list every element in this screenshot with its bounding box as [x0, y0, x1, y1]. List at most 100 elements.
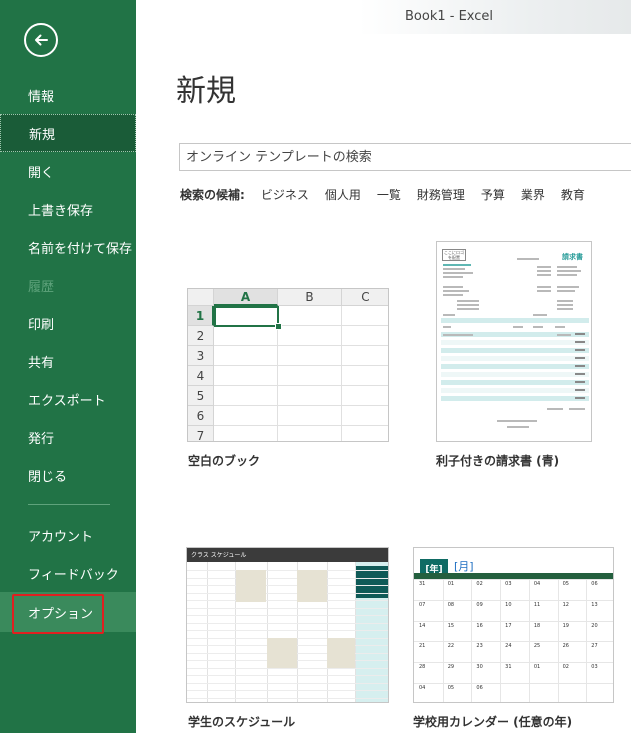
grid-cell [342, 426, 388, 441]
invoice-text-line [537, 266, 551, 268]
calendar-date-cell: 27 [591, 643, 598, 650]
invoice-text-line [575, 349, 585, 351]
nav-item-save-as[interactable]: 名前を付けて保存 [0, 228, 136, 266]
grid-cell [278, 326, 342, 346]
template-invoice-thumbnail[interactable]: ここにロゴを配置 請求書 [436, 241, 592, 442]
invoice-row-band [441, 396, 589, 401]
grid-cell [278, 426, 342, 441]
template-search-input[interactable] [180, 144, 631, 170]
invoice-text-line [575, 397, 585, 399]
nav-item-save[interactable]: 上書き保存 [0, 190, 136, 228]
template-school-calendar-thumbnail[interactable]: [年] [月] 31 01 02 03 04 05 06 07 08 09 10 11 12 13 14 15… [413, 547, 614, 703]
invoice-text-line [575, 373, 585, 375]
schedule-class-block [297, 570, 327, 602]
template-label-student-schedule[interactable]: 学生のスケジュール [188, 713, 295, 730]
invoice-text-line [443, 294, 463, 296]
invoice-text-line [537, 286, 551, 288]
calendar-date-cell: 14 [419, 622, 426, 629]
calendar-date-cell: 04 [419, 685, 426, 691]
suggestion-finance[interactable]: 財務管理 [417, 186, 465, 203]
invoice-text-line [557, 274, 577, 276]
grid-cell [342, 326, 388, 346]
template-student-schedule-thumbnail[interactable]: クラス スケジュール [186, 547, 389, 703]
schedule-class-block [267, 638, 297, 668]
suggestion-business[interactable]: ビジネス [261, 186, 309, 203]
calendar-date-cell: 23 [476, 643, 483, 650]
row-header-5: 5 [188, 386, 214, 406]
suggestion-list[interactable]: 一覧 [377, 186, 401, 203]
nav-item-export[interactable]: エクスポート [0, 380, 136, 418]
calendar-date-cell: 20 [591, 622, 598, 629]
nav-item-share[interactable]: 共有 [0, 342, 136, 380]
invoice-row-band [441, 372, 589, 377]
invoice-text-line [575, 357, 585, 359]
calendar-date-cell: 05 [562, 581, 569, 587]
grid-cell [342, 406, 388, 426]
invoice-text-line [443, 264, 471, 266]
nav-item-info[interactable]: 情報 [0, 76, 136, 114]
calendar-date-cell: 26 [562, 643, 569, 650]
suggestion-personal[interactable]: 個人用 [325, 186, 361, 203]
template-search-box[interactable] [179, 143, 631, 171]
invoice-row-band [441, 388, 589, 393]
row-header-1: 1 [188, 306, 214, 326]
grid-cell [214, 406, 278, 426]
grid-cell [214, 346, 278, 366]
suggestion-budget[interactable]: 予算 [481, 186, 505, 203]
schedule-row-line [187, 600, 388, 601]
invoice-row-band [441, 356, 589, 361]
calendar-date-cell: 22 [447, 643, 455, 650]
invoice-heading: 請求書 [562, 253, 583, 261]
calendar-date-cell: 21 [419, 643, 426, 650]
row-header-6: 6 [188, 406, 214, 426]
nav-item-feedback[interactable]: フィードバック [0, 554, 136, 592]
nav-item-publish[interactable]: 発行 [0, 418, 136, 456]
schedule-class-block [236, 570, 266, 602]
nav-item-print[interactable]: 印刷 [0, 304, 136, 342]
nav-item-new[interactable]: 新規 [0, 114, 136, 152]
grid-cell [342, 346, 388, 366]
calendar-date-cell: 08 [447, 601, 455, 608]
calendar-date-cell: 04 [533, 581, 541, 587]
back-button[interactable] [24, 23, 58, 57]
nav-item-history: 履歴 [28, 279, 55, 295]
grid-cell [214, 386, 278, 406]
grid-cell [342, 306, 388, 326]
template-label-blank-workbook[interactable]: 空白のブック [188, 452, 260, 469]
invoice-text-line [517, 258, 539, 260]
invoice-text-line [457, 304, 479, 306]
calendar-date-cell: 16 [476, 622, 483, 629]
suggestion-education[interactable]: 教育 [561, 186, 585, 203]
row-header-2: 2 [188, 326, 214, 346]
grid-cell [342, 366, 388, 386]
page-title: 新規 [176, 74, 236, 109]
invoice-logo-placeholder: ここにロゴを配置 [442, 249, 466, 261]
invoice-text-line [443, 314, 455, 316]
template-label-invoice[interactable]: 利子付きの請求書 (青) [436, 452, 559, 469]
invoice-text-line [575, 381, 585, 383]
nav-item-open[interactable]: 開く [0, 152, 136, 190]
calendar-date-cell: 07 [419, 601, 426, 608]
grid-cell [278, 406, 342, 426]
invoice-text-line [513, 326, 523, 328]
calendar-date-cell: 02 [562, 664, 569, 671]
invoice-text-line [443, 276, 463, 278]
schedule-row-line [187, 682, 388, 684]
calendar-date-cell: 28 [419, 664, 426, 671]
calendar-row-line [414, 662, 613, 664]
invoice-text-line [533, 326, 543, 328]
suggestion-industry[interactable]: 業界 [521, 186, 545, 203]
row-header-4: 4 [188, 366, 214, 386]
calendar-date-cell: 03 [505, 581, 512, 587]
calendar-row-line [414, 641, 613, 643]
invoice-text-line [557, 304, 573, 306]
template-blank-workbook-thumbnail[interactable]: A B C 1 2 3 4 5 6 7 [187, 288, 389, 442]
invoice-row-band [441, 340, 589, 345]
schedule-row-line [187, 607, 388, 609]
calendar-date-cell: 13 [591, 601, 598, 608]
template-label-school-calendar[interactable]: 学校用カレンダー (任意の年) [413, 713, 572, 730]
nav-item-account[interactable]: アカウント [0, 516, 136, 554]
schedule-row-line [187, 630, 388, 631]
nav-item-close[interactable]: 閉じる [0, 456, 136, 494]
invoice-text-line [557, 308, 573, 310]
